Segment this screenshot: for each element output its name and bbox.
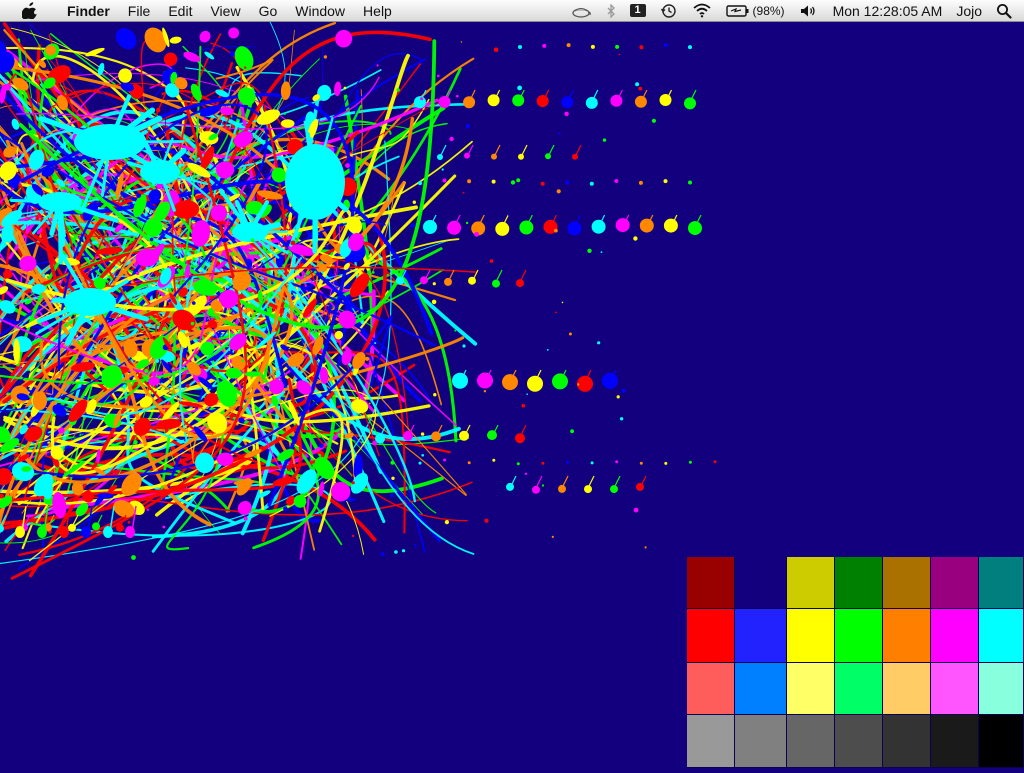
color-swatch[interactable]	[835, 609, 883, 663]
color-swatch[interactable]	[787, 715, 835, 768]
clock[interactable]: Mon 12:28:05 AM	[826, 0, 950, 22]
color-palette	[687, 557, 1024, 768]
color-swatch[interactable]	[687, 557, 735, 609]
battery-percent: (98%)	[753, 4, 785, 18]
color-swatch[interactable]	[687, 663, 735, 715]
menu-view[interactable]: View	[201, 0, 249, 22]
color-swatch[interactable]	[787, 609, 835, 663]
color-swatch[interactable]	[735, 715, 787, 768]
spotlight-icon[interactable]	[989, 0, 1024, 22]
color-swatch[interactable]	[979, 663, 1024, 715]
color-swatch[interactable]	[979, 557, 1024, 609]
color-swatch[interactable]	[735, 663, 787, 715]
coffee-cup-icon[interactable]	[565, 0, 599, 22]
color-swatch[interactable]	[883, 609, 931, 663]
color-swatch[interactable]	[931, 715, 979, 768]
color-swatch[interactable]	[835, 557, 883, 609]
color-swatch[interactable]	[979, 715, 1024, 768]
menu-edit[interactable]: Edit	[159, 0, 201, 22]
color-swatch[interactable]	[735, 609, 787, 663]
menu-window[interactable]: Window	[286, 0, 354, 22]
time-machine-icon[interactable]	[653, 0, 685, 22]
spaces-number: 1	[630, 4, 646, 17]
color-swatch[interactable]	[687, 609, 735, 663]
spaces-icon[interactable]: 1	[623, 0, 653, 22]
menu-finder[interactable]: Finder	[58, 0, 119, 22]
battery-icon[interactable]: (98%)	[719, 0, 792, 22]
volume-icon[interactable]	[792, 0, 826, 22]
wifi-icon[interactable]	[685, 0, 719, 22]
color-swatch[interactable]	[835, 663, 883, 715]
color-swatch[interactable]	[931, 609, 979, 663]
menu-go[interactable]: Go	[250, 0, 287, 22]
menu-file[interactable]: File	[119, 0, 160, 22]
user-menu[interactable]: Jojo	[949, 0, 989, 22]
menu-help[interactable]: Help	[354, 0, 401, 22]
color-swatch[interactable]	[735, 557, 787, 609]
color-swatch[interactable]	[883, 663, 931, 715]
apple-logo-icon[interactable]	[0, 0, 58, 22]
color-swatch[interactable]	[883, 557, 931, 609]
color-swatch[interactable]	[931, 663, 979, 715]
color-swatch[interactable]	[883, 715, 931, 768]
bluetooth-icon[interactable]	[599, 0, 623, 22]
color-swatch[interactable]	[835, 715, 883, 768]
color-swatch[interactable]	[687, 715, 735, 768]
menu-bar: FinderFileEditViewGoWindowHelp 1 (98%) M…	[0, 0, 1024, 22]
color-swatch[interactable]	[979, 609, 1024, 663]
color-swatch[interactable]	[787, 557, 835, 609]
color-swatch[interactable]	[787, 663, 835, 715]
color-swatch[interactable]	[931, 557, 979, 609]
